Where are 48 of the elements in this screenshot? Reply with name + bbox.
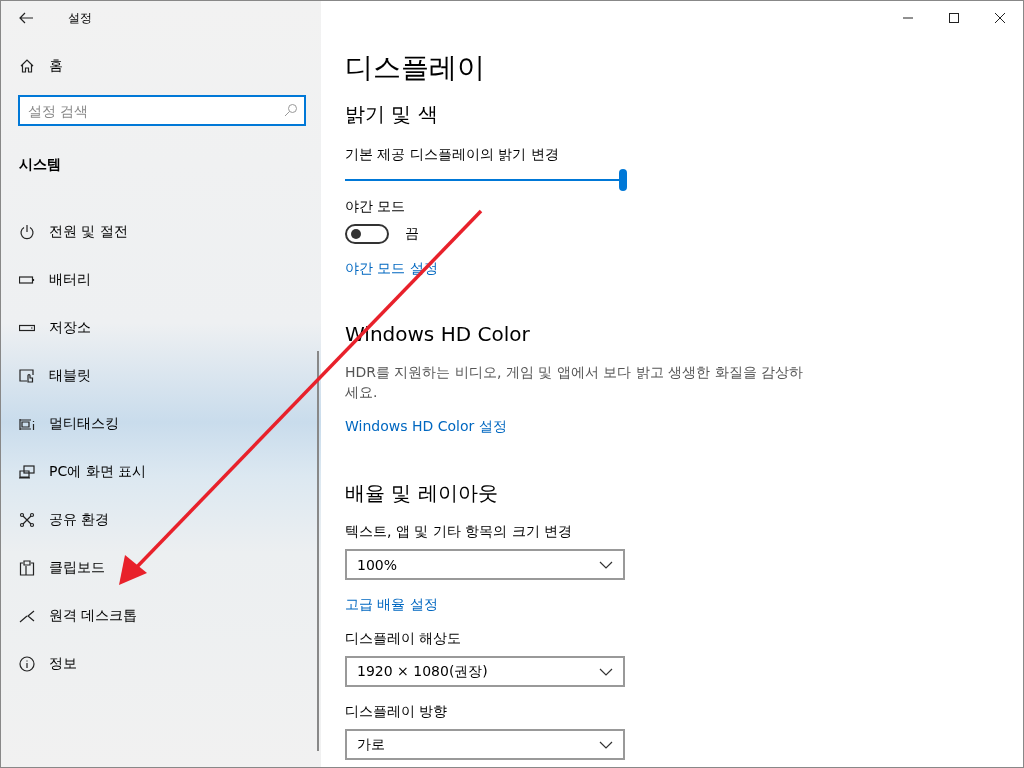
field-label: 디스플레이 해상도 [345,630,462,648]
field-label: 텍스트, 앱 및 기타 항목의 크기 변경 [345,523,573,541]
project-icon [19,464,35,480]
sidebar-item[interactable]: PC에 화면 표시 [1,448,321,496]
description-text: HDR를 지원하는 비디오, 게임 및 앱에서 보다 밝고 생생한 화질을 감상하세요. [345,363,804,402]
dropdown[interactable]: 100% [345,549,625,580]
dropdown[interactable]: 1920 × 1080(권장) [345,656,625,687]
search-field[interactable]: 설정 검색 [18,95,306,126]
night-mode-label: 야간 모드 [345,198,406,216]
brightness-label: 기본 제공 디스플레이의 밝기 변경 [345,146,559,164]
search-icon [284,103,298,117]
maximize-icon [949,13,959,23]
sidebar-item[interactable]: 멀티태스킹 [1,400,321,448]
field-label: 디스플레이 방향 [345,703,448,721]
share-icon [19,512,35,528]
close-icon [995,13,1005,23]
power-icon [19,224,35,240]
clipboard-icon [19,560,35,576]
section-heading: 배율 및 레이아웃 [345,480,498,507]
hd-color-settings-link[interactable]: Windows HD Color 설정 [345,418,507,436]
toggle-state: 끔 [405,225,419,243]
sidebar-item[interactable]: 태블릿 [1,352,321,400]
window-title: 설정 [68,9,92,27]
slider-thumb[interactable] [619,169,627,191]
night-mode-toggle[interactable] [345,224,389,244]
scrollbar[interactable] [317,351,319,751]
dropdown[interactable]: 가로 [345,729,625,760]
section-heading: 밝기 및 색 [345,101,438,128]
multitask-icon [19,416,35,432]
sidebar-item[interactable]: 배터리 [1,256,321,304]
sidebar-item[interactable]: 원격 데스크톱 [1,592,321,640]
home-icon [19,58,35,74]
back-arrow-icon[interactable] [19,12,33,24]
chevron-down-icon [599,560,613,569]
sidebar-item[interactable]: 전원 및 절전 [1,208,321,256]
info-icon [19,656,35,672]
sidebar-item[interactable]: 정보 [1,640,321,688]
remote-icon [19,608,35,624]
home-link[interactable]: 홈 [19,57,63,75]
advanced-scaling-link[interactable]: 고급 배율 설정 [345,596,438,614]
sidebar-item[interactable]: 저장소 [1,304,321,352]
tablet-icon [19,368,35,384]
chevron-down-icon [599,667,613,676]
sidebar-item[interactable]: 클립보드 [1,544,321,592]
page-title: 디스플레이 [345,50,485,86]
sidebar-item[interactable]: 공유 환경 [1,496,321,544]
chevron-down-icon [599,740,613,749]
section-heading: 시스템 [19,156,61,174]
